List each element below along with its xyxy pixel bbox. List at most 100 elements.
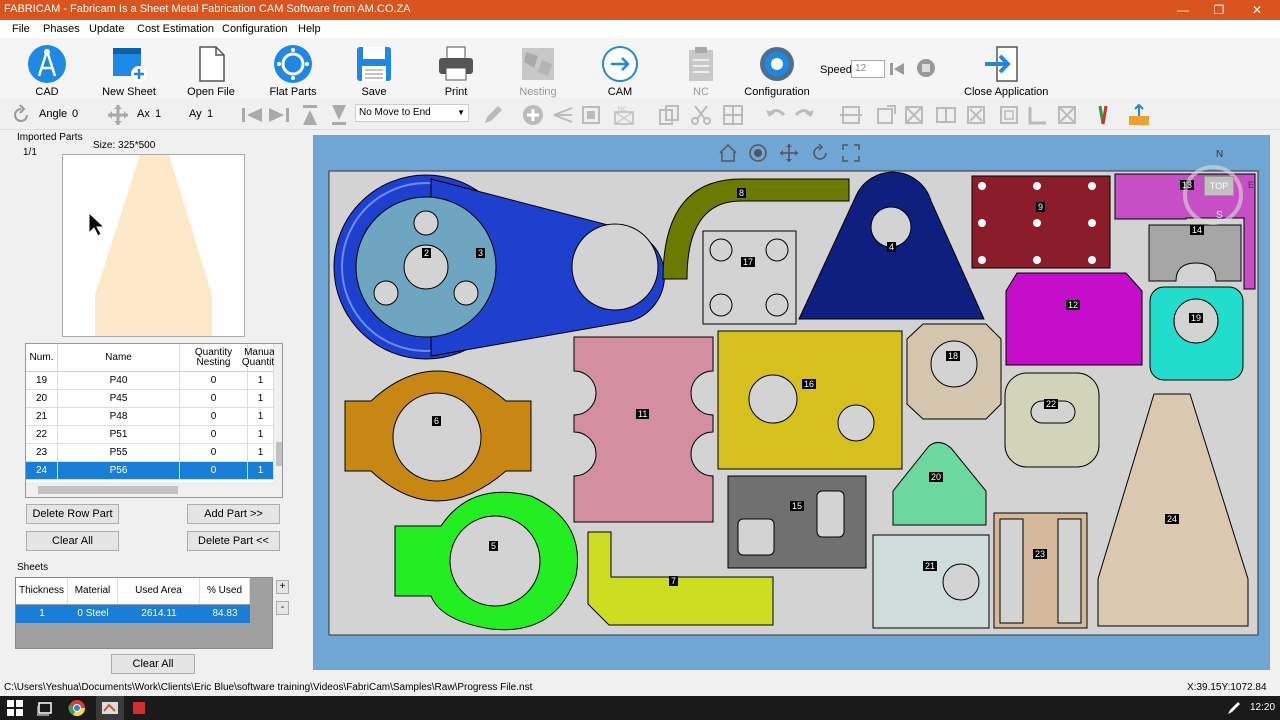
table-row[interactable]: 23 P55 0 1: [26, 444, 274, 462]
rotate-icon[interactable]: [10, 104, 32, 126]
column-header[interactable]: Num.: [26, 344, 58, 372]
arrow-up-end-icon[interactable]: [299, 104, 321, 126]
pen-tray-icon[interactable]: [1226, 700, 1242, 716]
align-icon[interactable]: [840, 104, 862, 126]
fabricam-taskbar-button[interactable]: [96, 696, 124, 720]
table-row[interactable]: 22 P51 0 1: [26, 426, 274, 444]
table-row[interactable]: 21 P48 0 1: [26, 408, 274, 426]
delete-part-button[interactable]: Delete Part <<: [187, 531, 280, 551]
recorder-icon[interactable]: [130, 699, 148, 717]
copy-icon[interactable]: [658, 104, 680, 126]
add-circle-icon[interactable]: [522, 104, 544, 126]
task-view-icon[interactable]: [37, 700, 53, 716]
delete-frame-icon[interactable]: [1056, 104, 1078, 126]
minimize-button[interactable]: —: [1164, 0, 1202, 20]
pan-icon[interactable]: [779, 143, 799, 163]
view-orbit-icon[interactable]: [748, 143, 768, 163]
clear-all-sheets-button[interactable]: Clear All: [111, 654, 195, 674]
save-button[interactable]: Save: [339, 42, 409, 98]
add-sheet-button[interactable]: +: [276, 580, 289, 594]
menu-help[interactable]: Help: [298, 23, 321, 35]
cut-icon[interactable]: [690, 104, 712, 126]
horizontal-scrollbar[interactable]: [26, 482, 282, 497]
flag-icon[interactable]: [1094, 104, 1116, 126]
nesting-canvas[interactable]: 2 3 4 5 6 7 8 9 11 12 13 14 15 16 17 18 …: [313, 135, 1270, 670]
frame-icon[interactable]: [580, 104, 602, 126]
redo-icon[interactable]: [793, 104, 815, 126]
print-button[interactable]: Print: [421, 42, 491, 98]
nesting-button[interactable]: Nesting: [503, 42, 573, 98]
close-application-button[interactable]: Close Application: [964, 42, 1048, 98]
remove-sheet-button[interactable]: -: [276, 601, 289, 615]
configuration-button[interactable]: Configuration: [742, 42, 812, 98]
column-header[interactable]: Thickness: [16, 578, 68, 604]
pencil-icon[interactable]: [482, 104, 504, 126]
column-header[interactable]: % Used: [200, 578, 250, 604]
sheet-row-selected[interactable]: 1 0 Steel 2614.11 84.83: [16, 605, 250, 623]
square-frame-icon[interactable]: [998, 104, 1020, 126]
view-cube-top[interactable]: TOP: [1204, 176, 1234, 196]
skip-back-icon[interactable]: [888, 60, 906, 78]
part-label-6: 6: [432, 416, 442, 426]
angle-input[interactable]: 0: [72, 108, 78, 120]
ax-input[interactable]: 1: [155, 108, 161, 120]
part-19: [1149, 286, 1244, 381]
undo-icon[interactable]: [765, 104, 787, 126]
cam-button[interactable]: CAM: [585, 42, 655, 98]
windows-start-icon[interactable]: [7, 700, 23, 716]
fit-view-icon[interactable]: [841, 143, 861, 163]
chrome-icon[interactable]: [68, 699, 86, 717]
imported-parts-table: Num. Name Quantity Nesting Manual Quanti…: [25, 343, 283, 498]
table-row-selected[interactable]: 24 P56 0 1: [26, 462, 274, 480]
flat-parts-button[interactable]: Flat Parts: [258, 42, 328, 98]
column-header[interactable]: Material: [68, 578, 118, 604]
part-label-12: 12: [1066, 300, 1081, 310]
maximize-button[interactable]: ❐: [1200, 0, 1238, 20]
menu-phases[interactable]: Phases: [43, 23, 80, 35]
column-header[interactable]: Quantity Nesting: [180, 344, 248, 372]
table-row[interactable]: 20 P45 0 1: [26, 390, 274, 408]
cad-button[interactable]: CAD: [12, 42, 82, 98]
add-part-button[interactable]: Add Part >>: [187, 504, 280, 524]
clear-all-parts-button[interactable]: Clear All: [26, 531, 119, 551]
home-view-icon[interactable]: [718, 143, 738, 163]
arrow-right-end-icon[interactable]: [268, 104, 290, 126]
open-file-button[interactable]: Open File: [176, 42, 246, 98]
ay-input[interactable]: 1: [207, 108, 213, 120]
nesting-icon: [522, 48, 554, 80]
lead-in-icon[interactable]: [552, 104, 574, 126]
menu-update[interactable]: Update: [89, 23, 124, 35]
stop-icon[interactable]: [916, 58, 936, 78]
move-to-end-select[interactable]: No Move to End ▼: [355, 104, 469, 122]
move-icon[interactable]: [107, 104, 129, 126]
x-frame-icon[interactable]: [965, 104, 987, 126]
rotate-part-icon[interactable]: [875, 104, 897, 126]
menu-file[interactable]: File: [12, 23, 30, 35]
menu-cost-estimation[interactable]: Cost Estimation: [137, 23, 214, 35]
menu-configuration[interactable]: Configuration: [222, 23, 287, 35]
close-window-button[interactable]: ✕: [1238, 0, 1276, 20]
nc-button[interactable]: NC: [666, 42, 736, 98]
new-sheet-button[interactable]: New Sheet: [94, 42, 164, 98]
export-icon[interactable]: [1128, 104, 1150, 126]
grid-icon[interactable]: [722, 104, 744, 126]
nc-cross-icon[interactable]: NC: [613, 104, 635, 126]
table-row[interactable]: 19 P40 0 1: [26, 372, 274, 390]
column-header[interactable]: Name: [58, 344, 180, 372]
arrow-down-end-icon[interactable]: [328, 104, 350, 126]
common-cut-icon[interactable]: [935, 104, 957, 126]
vertical-scrollbar[interactable]: [274, 344, 282, 482]
column-header[interactable]: Used Area: [118, 578, 200, 604]
sheets-header: Thickness Material Used Area % Used: [16, 578, 250, 604]
corner-icon[interactable]: [1026, 104, 1048, 126]
delete-row-part-button[interactable]: Delete Row Part: [26, 504, 119, 524]
part-label-16: 16: [802, 379, 817, 389]
mirror-icon[interactable]: [903, 104, 925, 126]
arrow-left-end-icon[interactable]: [241, 104, 263, 126]
page-counter: 1/1: [23, 147, 37, 158]
rotate-view-icon[interactable]: [810, 143, 830, 163]
part-21: [872, 534, 990, 629]
speed-spinner[interactable]: 12: [851, 60, 885, 78]
compass-icon: [28, 45, 66, 83]
column-header[interactable]: Manual Quantity: [242, 344, 279, 372]
